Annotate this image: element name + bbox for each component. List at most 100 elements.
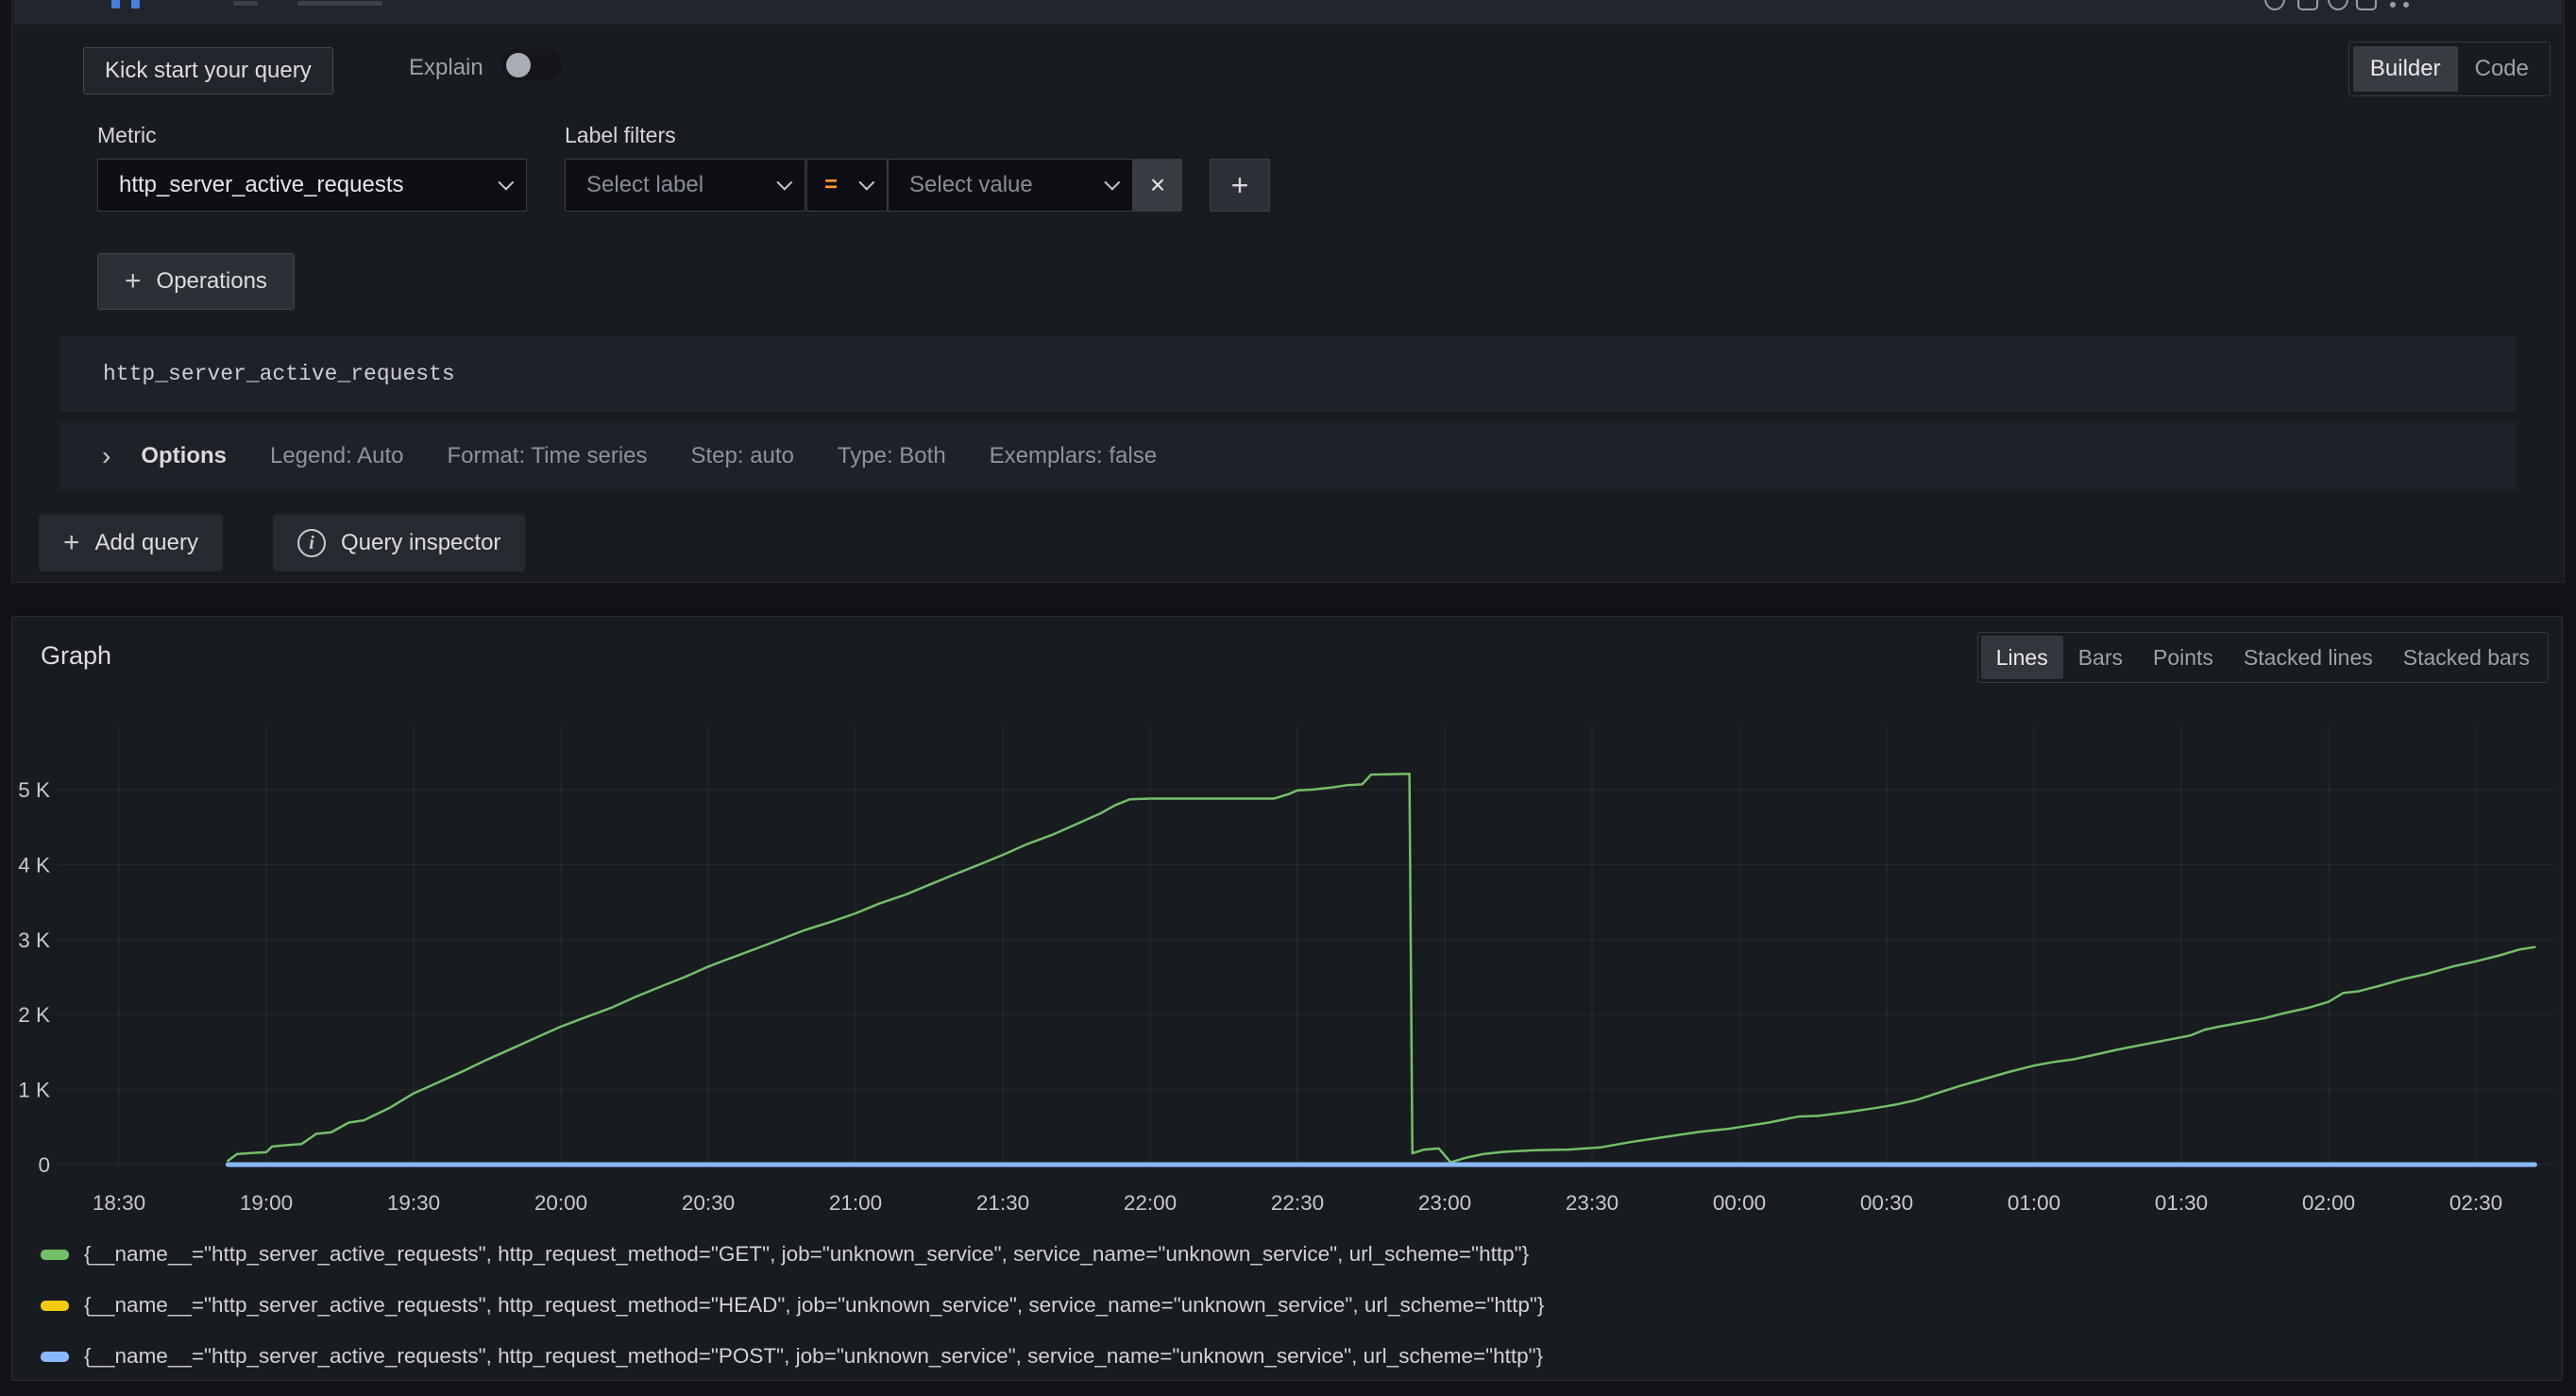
- operations-button[interactable]: + Operations: [97, 253, 295, 310]
- options-row[interactable]: › Options Legend: Auto Format: Time seri…: [59, 421, 2517, 491]
- query-row-header: [14, 0, 2562, 25]
- chevron-down-icon: [1104, 175, 1120, 191]
- value-select-placeholder: Select value: [909, 172, 1033, 198]
- x-axis-label: 19:30: [387, 1191, 440, 1215]
- style-stacked-bars-option[interactable]: Stacked bars: [2388, 636, 2545, 679]
- graph-panel: Graph Lines Bars Points Stacked lines St…: [11, 616, 2563, 1381]
- x-axis-label: 01:30: [2155, 1191, 2208, 1215]
- plus-icon: +: [1231, 168, 1249, 203]
- label-select[interactable]: Select label: [565, 159, 805, 212]
- series-line: [228, 774, 2534, 1162]
- mode-builder-option[interactable]: Builder: [2353, 46, 2458, 92]
- x-axis-label: 22:30: [1271, 1191, 1324, 1215]
- options-legend-summary: Legend: Auto: [270, 443, 403, 469]
- plus-icon: +: [125, 265, 142, 298]
- add-filter-button[interactable]: +: [1210, 159, 1270, 212]
- options-title: Options: [141, 443, 227, 469]
- legend-label: {__name__="http_server_active_requests",…: [84, 1293, 1544, 1318]
- add-query-button[interactable]: + Add query: [39, 515, 223, 571]
- drag-handle-icon[interactable]: [2403, 2, 2409, 8]
- time-series-chart[interactable]: 0 1 K 2 K 3 K 4 K 5 K 18:30 19:00 19:30 20:00 20:3…: [12, 692, 2564, 1221]
- x-axis-label: 23:00: [1418, 1191, 1471, 1215]
- metric-label: Metric: [97, 123, 157, 148]
- x-axis-label: 21:30: [976, 1191, 1029, 1215]
- chevron-down-icon: [776, 175, 792, 191]
- y-axis-label: 3 K: [18, 928, 50, 952]
- chevron-right-icon: ›: [102, 441, 110, 471]
- datasource-logo-icon: [131, 0, 140, 9]
- legend-swatch-icon: [41, 1250, 69, 1260]
- legend-item[interactable]: {__name__="http_server_active_requests",…: [41, 1280, 1544, 1331]
- x-axis-label: 02:30: [2449, 1191, 2502, 1215]
- explain-toggle[interactable]: [501, 49, 562, 81]
- y-axis-label: 5 K: [18, 778, 50, 802]
- x-axis-label: 23:30: [1566, 1191, 1618, 1215]
- grafana-query-page: { "query_editor": { "kick_start_label": …: [0, 0, 2576, 1396]
- metric-select-value: http_server_active_requests: [119, 172, 404, 198]
- x-axis-label: 20:00: [534, 1191, 587, 1215]
- x-axis-label: 21:00: [829, 1191, 882, 1215]
- query-inspector-button[interactable]: i Query inspector: [273, 515, 525, 571]
- datasource-logo-icon: [111, 0, 120, 9]
- close-icon: ×: [1150, 170, 1165, 200]
- mode-code-option[interactable]: Code: [2458, 46, 2546, 92]
- remove-query-icon[interactable]: [2356, 0, 2377, 10]
- chevron-down-icon: [858, 175, 874, 191]
- x-axis-label: 20:30: [682, 1191, 735, 1215]
- kick-start-query-button[interactable]: Kick start your query: [83, 47, 333, 94]
- add-query-label: Add query: [95, 530, 198, 556]
- editor-mode-toggle: Builder Code: [2348, 42, 2551, 96]
- x-axis-label: 02:00: [2302, 1191, 2355, 1215]
- query-preview: http_server_active_requests: [59, 336, 2517, 412]
- operations-button-label: Operations: [157, 268, 267, 295]
- options-format-summary: Format: Time series: [447, 443, 647, 469]
- x-axis-label: 00:30: [1860, 1191, 1913, 1215]
- remove-filter-button[interactable]: ×: [1133, 159, 1182, 212]
- legend-label: {__name__="http_server_active_requests",…: [84, 1344, 1543, 1369]
- x-axis-label: 18:30: [93, 1191, 145, 1215]
- legend-label: {__name__="http_server_active_requests",…: [84, 1242, 1529, 1267]
- query-preview-text: http_server_active_requests: [103, 362, 455, 386]
- plus-icon: +: [63, 527, 80, 559]
- legend-item[interactable]: {__name__="http_server_active_requests",…: [41, 1229, 1544, 1280]
- value-select[interactable]: Select value: [888, 159, 1133, 212]
- legend-swatch-icon: [41, 1301, 69, 1311]
- style-points-option[interactable]: Points: [2138, 636, 2229, 679]
- metric-select[interactable]: http_server_active_requests: [97, 159, 527, 212]
- chart-legend: {__name__="http_server_active_requests",…: [41, 1229, 1544, 1382]
- query-row-title-fragment: [297, 1, 382, 6]
- x-axis-label: 19:00: [240, 1191, 293, 1215]
- style-lines-option[interactable]: Lines: [1981, 636, 2063, 679]
- info-icon: i: [297, 529, 326, 557]
- label-filters-label: Label filters: [565, 123, 676, 148]
- graph-panel-title: Graph: [41, 641, 111, 671]
- duplicate-query-icon[interactable]: [2264, 0, 2285, 10]
- query-row-title-fragment: [233, 1, 258, 6]
- options-step-summary: Step: auto: [691, 443, 794, 469]
- x-axis-label: 01:00: [2008, 1191, 2060, 1215]
- style-bars-option[interactable]: Bars: [2063, 636, 2138, 679]
- explain-label: Explain: [409, 55, 483, 81]
- graph-style-toggle: Lines Bars Points Stacked lines Stacked …: [1977, 632, 2549, 683]
- query-editor-panel: Kick start your query Explain Builder Co…: [11, 0, 2565, 583]
- x-axis-label: 22:00: [1124, 1191, 1177, 1215]
- chevron-down-icon: [498, 175, 514, 191]
- options-type-summary: Type: Both: [838, 443, 946, 469]
- y-axis-label: 2 K: [18, 1003, 50, 1027]
- drag-handle-icon[interactable]: [2390, 2, 2396, 8]
- copy-query-icon[interactable]: [2297, 0, 2318, 10]
- legend-item[interactable]: {__name__="http_server_active_requests",…: [41, 1331, 1544, 1382]
- operator-select-value: =: [824, 172, 838, 198]
- hide-response-icon[interactable]: [2328, 0, 2348, 10]
- y-axis-label: 1 K: [18, 1079, 50, 1102]
- style-stacked-lines-option[interactable]: Stacked lines: [2229, 636, 2388, 679]
- x-axis-label: 00:00: [1713, 1191, 1766, 1215]
- query-inspector-label: Query inspector: [341, 530, 500, 556]
- label-select-placeholder: Select label: [586, 172, 703, 198]
- operator-select[interactable]: =: [806, 159, 888, 212]
- legend-swatch-icon: [41, 1352, 69, 1362]
- options-exemplars-summary: Exemplars: false: [990, 443, 1157, 469]
- y-axis-label: 4 K: [18, 853, 50, 877]
- toggle-knob-icon: [506, 53, 531, 77]
- y-axis-label: 0: [38, 1153, 50, 1177]
